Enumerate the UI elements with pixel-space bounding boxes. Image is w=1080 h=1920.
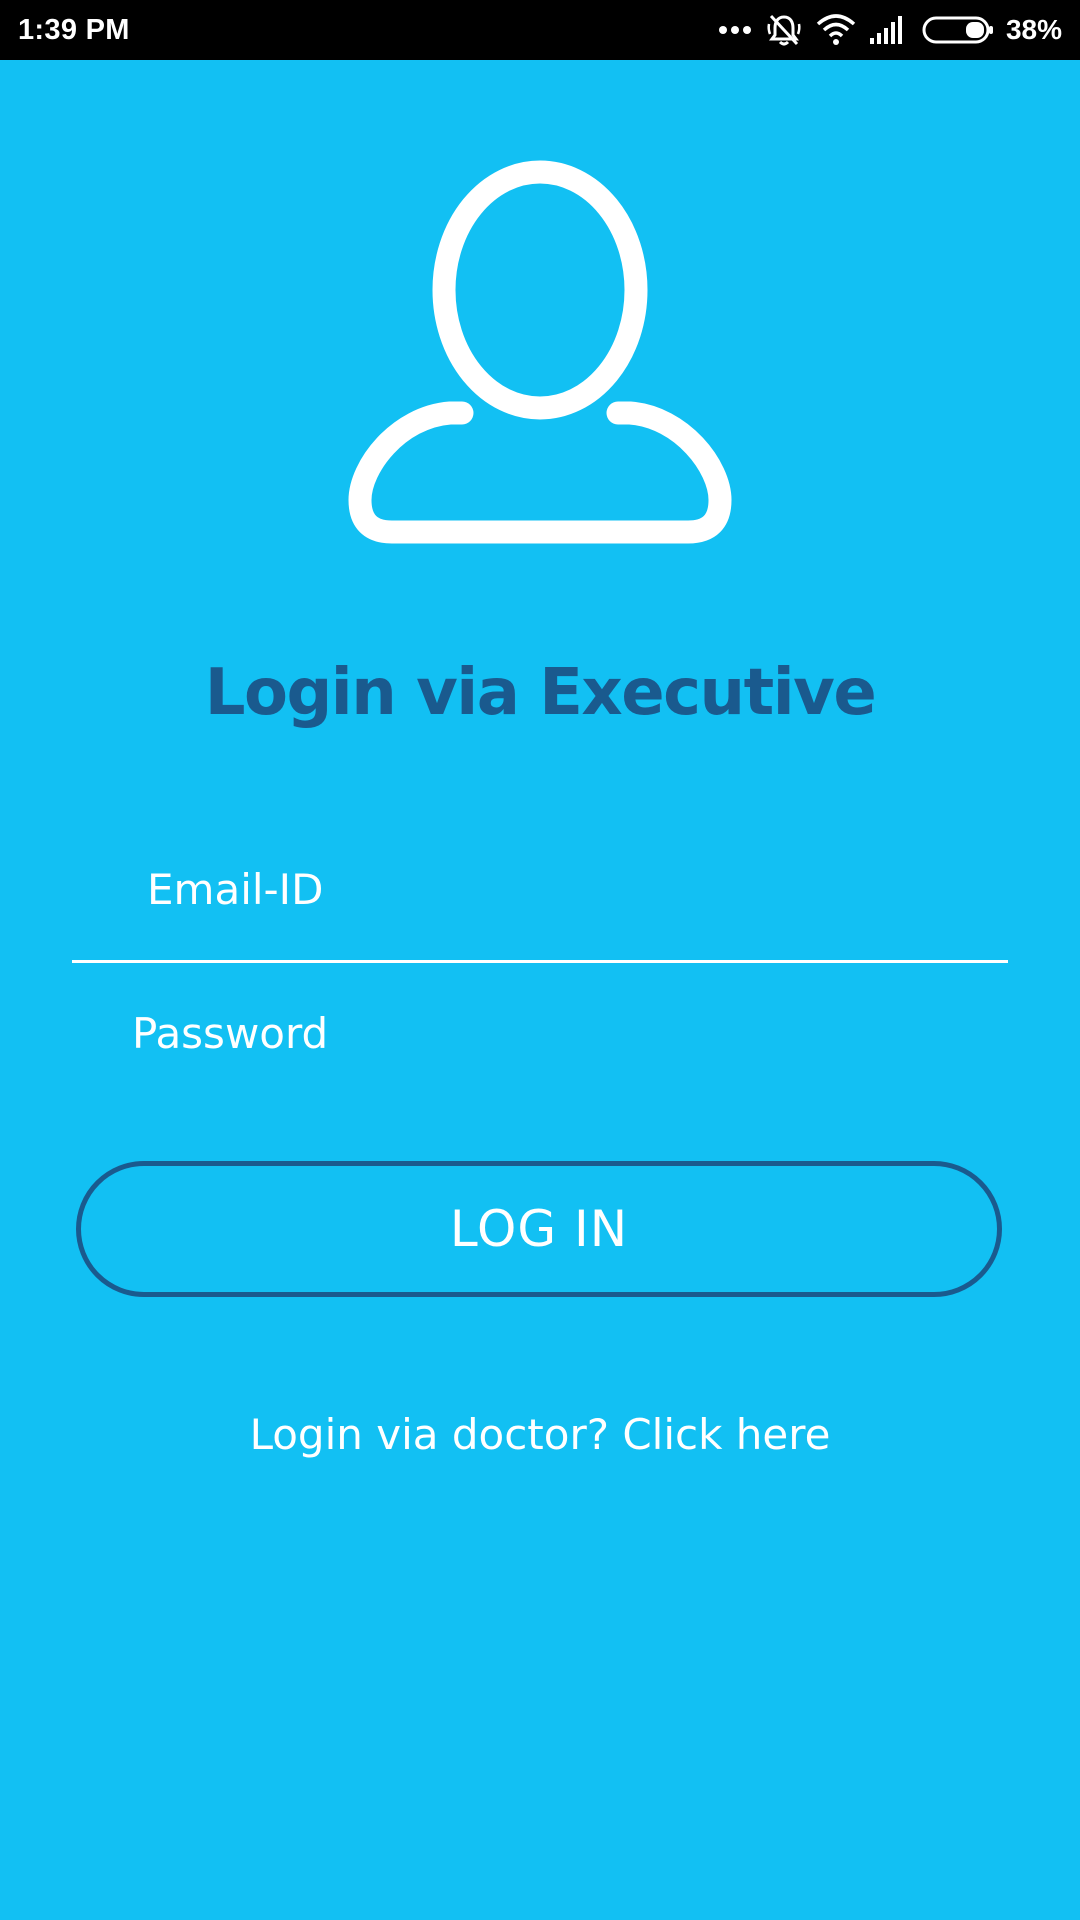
more-dots-icon bbox=[718, 26, 751, 34]
wifi-icon bbox=[816, 14, 856, 45]
login-screen: 1:39 PM 38% Login via Executive Email-ID… bbox=[0, 0, 1080, 1920]
email-underline bbox=[72, 960, 1008, 963]
user-icon bbox=[348, 160, 732, 544]
password-field[interactable]: Password bbox=[132, 1004, 328, 1064]
page-title: Login via Executive bbox=[204, 656, 877, 730]
email-field[interactable]: Email-ID bbox=[147, 860, 323, 920]
status-time: 1:39 PM bbox=[18, 14, 130, 46]
silent-bell-icon bbox=[767, 14, 801, 46]
doctor-login-link[interactable]: Login via doctor? Click here bbox=[0, 1405, 1080, 1465]
status-bar: 1:39 PM 38% bbox=[0, 0, 1080, 60]
battery-percent: 38% bbox=[1005, 14, 1062, 45]
status-icons: 38% bbox=[704, 10, 1062, 50]
login-button-label: LOG IN bbox=[449, 1200, 629, 1258]
battery-icon bbox=[922, 16, 993, 44]
login-button[interactable]: LOG IN bbox=[76, 1161, 1002, 1297]
signal-icon bbox=[869, 16, 902, 44]
